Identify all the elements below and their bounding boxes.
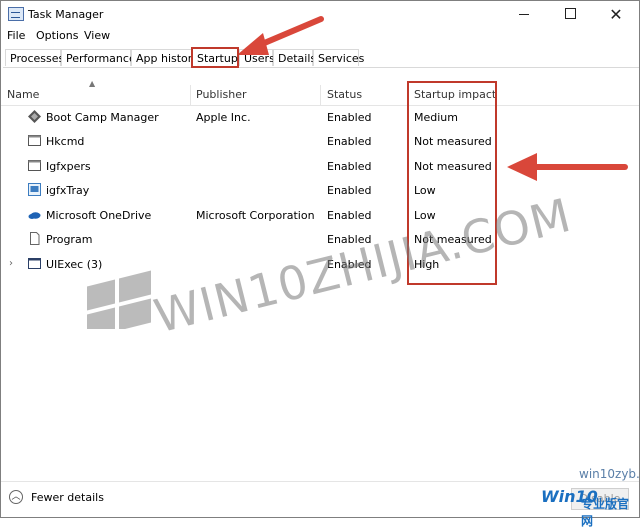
table-row[interactable]: Boot Camp Manager Apple Inc. Enabled Med… <box>1 106 639 130</box>
onedrive-cloud-icon <box>28 212 41 219</box>
menu-file[interactable]: File <box>7 29 25 42</box>
tab-pointer-arrow-icon <box>237 16 324 55</box>
window-frame-icon <box>28 258 41 269</box>
task-manager-window: Task Manager ✕ File Options View Process… <box>0 0 640 528</box>
row-status: Enabled <box>327 135 372 148</box>
tab-processes[interactable]: Processes <box>5 49 64 66</box>
row-name: Program <box>46 233 93 246</box>
minimize-icon <box>519 13 529 15</box>
app-window-icon <box>28 135 41 146</box>
brand-cn-watermark: 专业版官网 <box>581 497 630 528</box>
row-name: Microsoft OneDrive <box>46 209 152 222</box>
tab-app-history[interactable]: App history <box>131 49 199 66</box>
task-manager-icon <box>8 7 24 21</box>
maximize-icon <box>564 7 576 19</box>
intel-graphics-icon <box>28 183 41 196</box>
window-title: Task Manager <box>28 8 104 21</box>
row-status: Enabled <box>327 160 372 173</box>
impact-pointer-arrow-icon <box>507 153 628 181</box>
row-name: Igfxpers <box>46 160 91 173</box>
row-name: igfxTray <box>46 184 90 197</box>
column-header-publisher[interactable]: Publisher <box>196 88 247 101</box>
row-name: Hkcmd <box>46 135 85 148</box>
row-status: Enabled <box>327 184 372 197</box>
row-status: Enabled <box>327 209 372 222</box>
column-header-row: Name Publisher Status Startup impact <box>1 85 639 106</box>
column-divider[interactable] <box>320 85 321 105</box>
chevron-up-circle-icon[interactable]: ︿ <box>9 490 23 504</box>
expand-chevron-icon[interactable]: › <box>9 258 13 269</box>
tab-performance[interactable]: Performance <box>61 49 136 66</box>
close-icon: ✕ <box>609 5 623 24</box>
blank-file-icon <box>30 232 40 245</box>
minimize-button[interactable] <box>501 1 547 28</box>
site-url-watermark: win10zyb.com <box>579 467 640 481</box>
maximize-button[interactable] <box>547 1 593 28</box>
column-header-name[interactable]: Name <box>7 88 39 101</box>
row-name: Boot Camp Manager <box>46 111 159 124</box>
windows-logo-watermark <box>87 270 151 329</box>
app-window-icon <box>28 160 41 171</box>
bootcamp-icon <box>28 110 41 123</box>
fewer-details-link[interactable]: Fewer details <box>31 491 104 504</box>
close-button[interactable]: ✕ <box>593 1 639 28</box>
tab-startup[interactable]: Startup <box>191 47 239 68</box>
row-status: Enabled <box>327 111 372 124</box>
menu-view[interactable]: View <box>84 29 110 42</box>
column-divider[interactable] <box>190 85 191 105</box>
column-header-status[interactable]: Status <box>327 88 362 101</box>
menu-options[interactable]: Options <box>36 29 78 42</box>
row-publisher: Apple Inc. <box>196 111 251 124</box>
row-publisher: Microsoft Corporation <box>196 209 315 222</box>
